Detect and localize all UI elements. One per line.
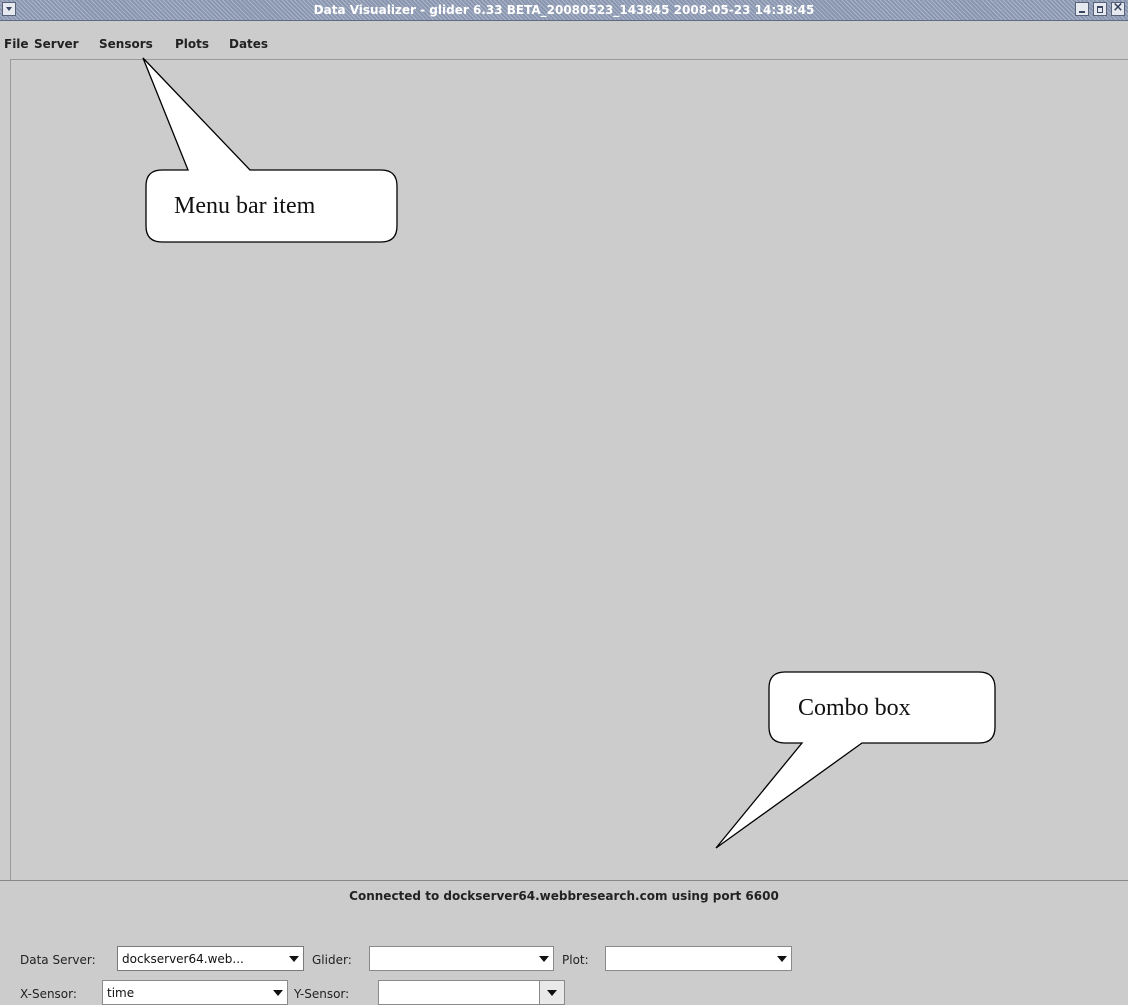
chevron-down-icon[interactable]: [535, 947, 553, 970]
glider-combo[interactable]: [369, 946, 554, 971]
y-sensor-label: Y-Sensor:: [294, 987, 350, 1001]
x-sensor-value: time: [107, 986, 135, 1000]
glider-label: Glider:: [312, 953, 352, 967]
annotation-callouts: [142, 57, 996, 849]
chevron-down-icon[interactable]: [539, 981, 564, 1004]
chevron-down-icon[interactable]: [269, 981, 287, 1004]
x-sensor-combo[interactable]: time: [102, 980, 288, 1005]
data-visualizer-window: Data Visualizer - glider 6.33 BETA_20080…: [0, 0, 1128, 1005]
combo-callout-label: Combo box: [798, 695, 911, 721]
data-server-combo[interactable]: dockserver64.web...: [117, 946, 304, 971]
menu-callout-label: Menu bar item: [174, 193, 316, 219]
chevron-down-icon[interactable]: [773, 947, 791, 970]
data-server-value: dockserver64.web...: [122, 952, 244, 966]
y-sensor-combo[interactable]: [378, 980, 565, 1005]
plot-combo[interactable]: [605, 946, 792, 971]
plot-label: Plot:: [562, 953, 589, 967]
control-panel: Connected to dockserver64.webbresearch.c…: [0, 880, 1128, 1005]
chevron-down-icon[interactable]: [285, 947, 303, 970]
data-server-label: Data Server:: [20, 953, 96, 967]
x-sensor-label: X-Sensor:: [20, 987, 77, 1001]
connection-status: Connected to dockserver64.webbresearch.c…: [349, 889, 779, 903]
